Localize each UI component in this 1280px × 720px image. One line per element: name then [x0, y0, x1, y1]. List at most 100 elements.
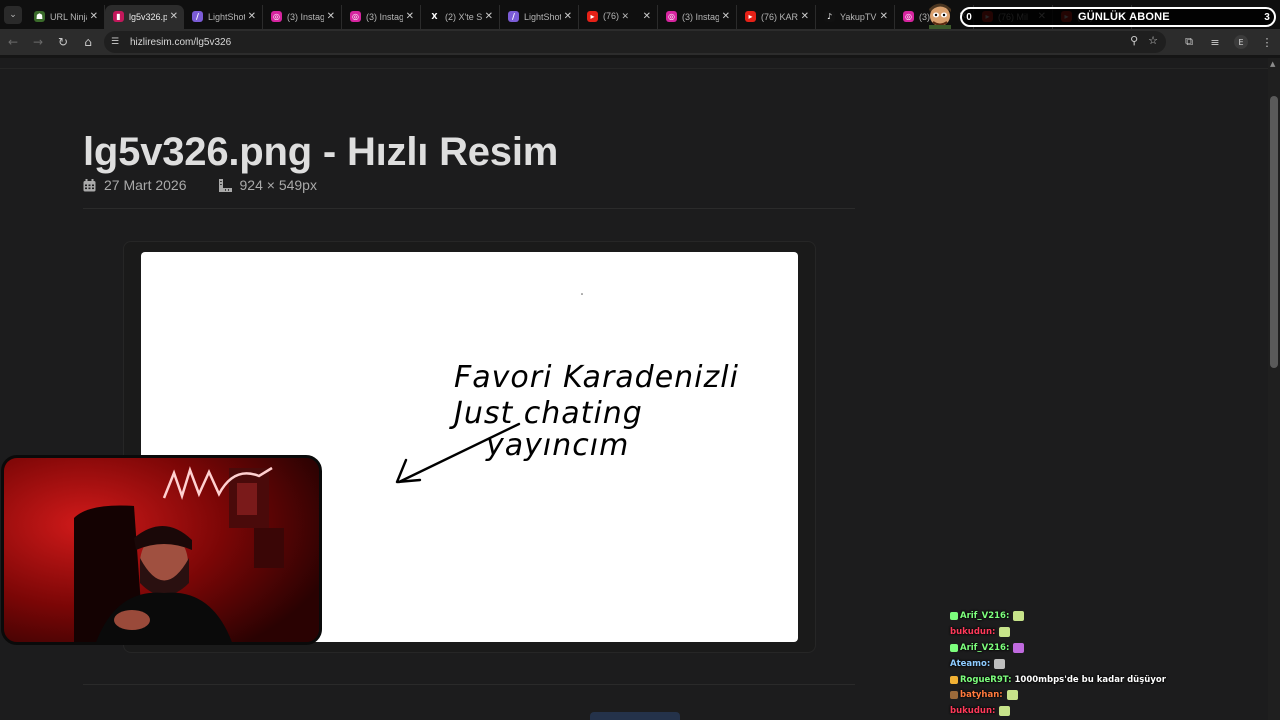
tab-close-icon[interactable]: ✕ — [643, 11, 651, 22]
chat-emote-icon — [1006, 690, 1018, 701]
x-icon: X — [429, 11, 440, 22]
daily-subscriber-goal-overlay: 0 GÜNLÜK ABONE 3 — [960, 7, 1276, 27]
chat-username: Arif_V216: — [960, 642, 1010, 653]
tab-close-icon[interactable]: ✕ — [880, 11, 888, 22]
webcam-feed — [4, 458, 319, 642]
lightshot-icon: ∕ — [192, 11, 203, 22]
tab-close-icon[interactable]: ✕ — [722, 11, 730, 22]
tab-0[interactable]: ☗ URL Ninja✕ — [26, 4, 105, 29]
chat-text: 1000mbps'de bu kadar düşüyor — [1014, 674, 1166, 685]
tab-5[interactable]: X (2) X'te S ✕ — [421, 4, 500, 29]
title-divider — [83, 208, 855, 209]
bookmark-star-icon[interactable]: ☆ — [1148, 34, 1158, 47]
chat-username: bukudun: — [950, 706, 996, 717]
instagram-icon: ◎ — [271, 11, 282, 22]
reading-list-icon[interactable]: ≡ — [1202, 36, 1228, 49]
chat-message: bukudun: — [950, 703, 1270, 719]
youtube-icon: ▸ — [587, 11, 598, 22]
chat-message: Ateamo: — [950, 656, 1270, 672]
tab-title: lg5v326.p — [129, 11, 167, 22]
tab-1[interactable]: ▮ lg5v326.p ✕ — [105, 4, 184, 29]
tab-close-icon[interactable]: ✕ — [406, 11, 414, 22]
tab-search-chevron-icon[interactable]: ⌄ — [4, 5, 22, 24]
calendar-icon — [83, 178, 96, 191]
stream-chat-overlay: Arif_V216: bukudun: Arif_V216: Ateamo: Rogue… — [950, 608, 1270, 719]
tab-close-icon[interactable]: ✕ — [801, 11, 809, 22]
tab-title: (76) KAR — [761, 11, 798, 22]
tab-9[interactable]: ▸ (76) KAR ✕ — [737, 4, 816, 29]
home-icon[interactable]: ⌂ — [76, 31, 100, 53]
chat-emote-icon — [1013, 642, 1025, 653]
tab-close-icon[interactable]: ✕ — [327, 11, 335, 22]
chat-message: Arif_V216: — [950, 640, 1270, 656]
site-info-icon[interactable]: ☰ — [111, 37, 127, 47]
tab-8[interactable]: ◎ (3) Instagram✕ — [658, 4, 737, 29]
scroll-thumb[interactable] — [1270, 96, 1278, 368]
tab-4[interactable]: ◎ (3) Instagram✕ — [342, 4, 421, 29]
url-text[interactable]: hizliresim.com/lg5v326 — [130, 37, 231, 48]
browser-toolbar: ← → ↻ ⌂ ☰ hizliresim.com/lg5v326 ⚲ ☆ ⧉ ≡… — [0, 29, 1280, 55]
tab-title: (76) ✕ — [603, 11, 630, 21]
scroll-up-arrow-icon[interactable]: ▲ — [1270, 60, 1275, 68]
goal-label: GÜNLÜK ABONE — [1078, 11, 1170, 23]
extensions-icon[interactable]: ⧉ — [1176, 35, 1202, 49]
tab-close-icon[interactable]: ✕ — [485, 11, 493, 22]
goal-target: 3 — [1264, 11, 1270, 23]
chat-badge-icon — [950, 675, 958, 684]
tab-title: LightShot — [208, 11, 245, 22]
chat-emote-icon — [999, 626, 1011, 637]
tab-title: (2) X'te S — [445, 11, 482, 22]
meta-dimensions: 924 × 549px — [218, 177, 317, 193]
tab-title: LightShot — [524, 11, 561, 22]
tab-2[interactable]: ∕ LightShot ✕ — [184, 4, 263, 29]
content-bottom-rule — [83, 684, 855, 685]
chat-message: Arif_V216: — [950, 608, 1270, 624]
profile-initial-icon: E — [1234, 35, 1248, 50]
tab-title: (3) Instagram — [682, 11, 719, 22]
tiktok-icon: ♪ — [824, 11, 835, 22]
instagram-icon: ◎ — [350, 11, 361, 22]
back-arrow-icon[interactable]: ← — [1, 31, 25, 53]
tab-close-icon[interactable]: ✕ — [90, 11, 98, 22]
chat-emote-icon — [999, 706, 1011, 717]
chat-username: bukudun: — [950, 626, 996, 637]
chat-badge-icon — [950, 691, 958, 700]
profile-avatar[interactable]: E — [1228, 35, 1254, 50]
instagram-icon: ◎ — [903, 11, 914, 22]
reload-icon[interactable]: ↻ — [51, 31, 75, 53]
lightshot-icon: ∕ — [508, 11, 519, 22]
tab-10[interactable]: ♪ YakupTV ✕ — [816, 4, 895, 29]
address-bar[interactable]: ☰ hizliresim.com/lg5v326 ⚲ ☆ — [104, 31, 1166, 53]
tab-close-icon[interactable]: ✕ — [170, 11, 178, 22]
chat-message: bukudun: — [950, 624, 1270, 640]
forward-arrow-icon[interactable]: → — [26, 31, 50, 53]
chat-emote-icon — [994, 658, 1006, 669]
subscriber-count: 0 — [966, 11, 972, 23]
ruler-combined-icon — [218, 178, 232, 192]
tab-6[interactable]: ∕ LightShot ✕ — [500, 4, 579, 29]
zoom-icon[interactable]: ⚲ — [1130, 34, 1138, 47]
chat-message: RogueR9T: 1000mbps'de bu kadar düşüyor — [950, 672, 1270, 688]
tab-close-icon[interactable]: ✕ — [248, 11, 256, 22]
menu-dots-icon[interactable]: ⋮ — [1254, 36, 1280, 49]
bottom-button-partial[interactable] — [590, 712, 680, 720]
tab-close-icon[interactable]: ✕ — [564, 11, 572, 22]
chat-username: Ateamo: — [950, 658, 991, 669]
chat-message: batyhan: — [950, 687, 1270, 703]
chat-username: batyhan: — [960, 690, 1003, 701]
url-ninja-icon: ☗ — [34, 11, 45, 22]
tab-7[interactable]: ▸ (76) ✕ ✕ — [579, 4, 658, 29]
image-dimensions: 924 × 549px — [239, 177, 317, 193]
tab-3[interactable]: ◎ (3) Instagram✕ — [263, 4, 342, 29]
tab-title: (3) Instagram — [287, 11, 324, 22]
tab-title: (3) Instagram — [366, 11, 403, 22]
meta-date: 27 Mart 2026 — [83, 177, 187, 193]
youtube-icon: ▸ — [745, 11, 756, 22]
hizliresim-icon: ▮ — [113, 11, 124, 22]
tab-title: YakupTV — [840, 11, 877, 22]
upload-date: 27 Mart 2026 — [104, 177, 187, 193]
image-meta: 27 Mart 2026 924 × 549px — [83, 177, 349, 193]
streamer-webcam — [1, 455, 322, 645]
chat-badge-icon — [950, 643, 958, 652]
instagram-icon: ◎ — [666, 11, 677, 22]
